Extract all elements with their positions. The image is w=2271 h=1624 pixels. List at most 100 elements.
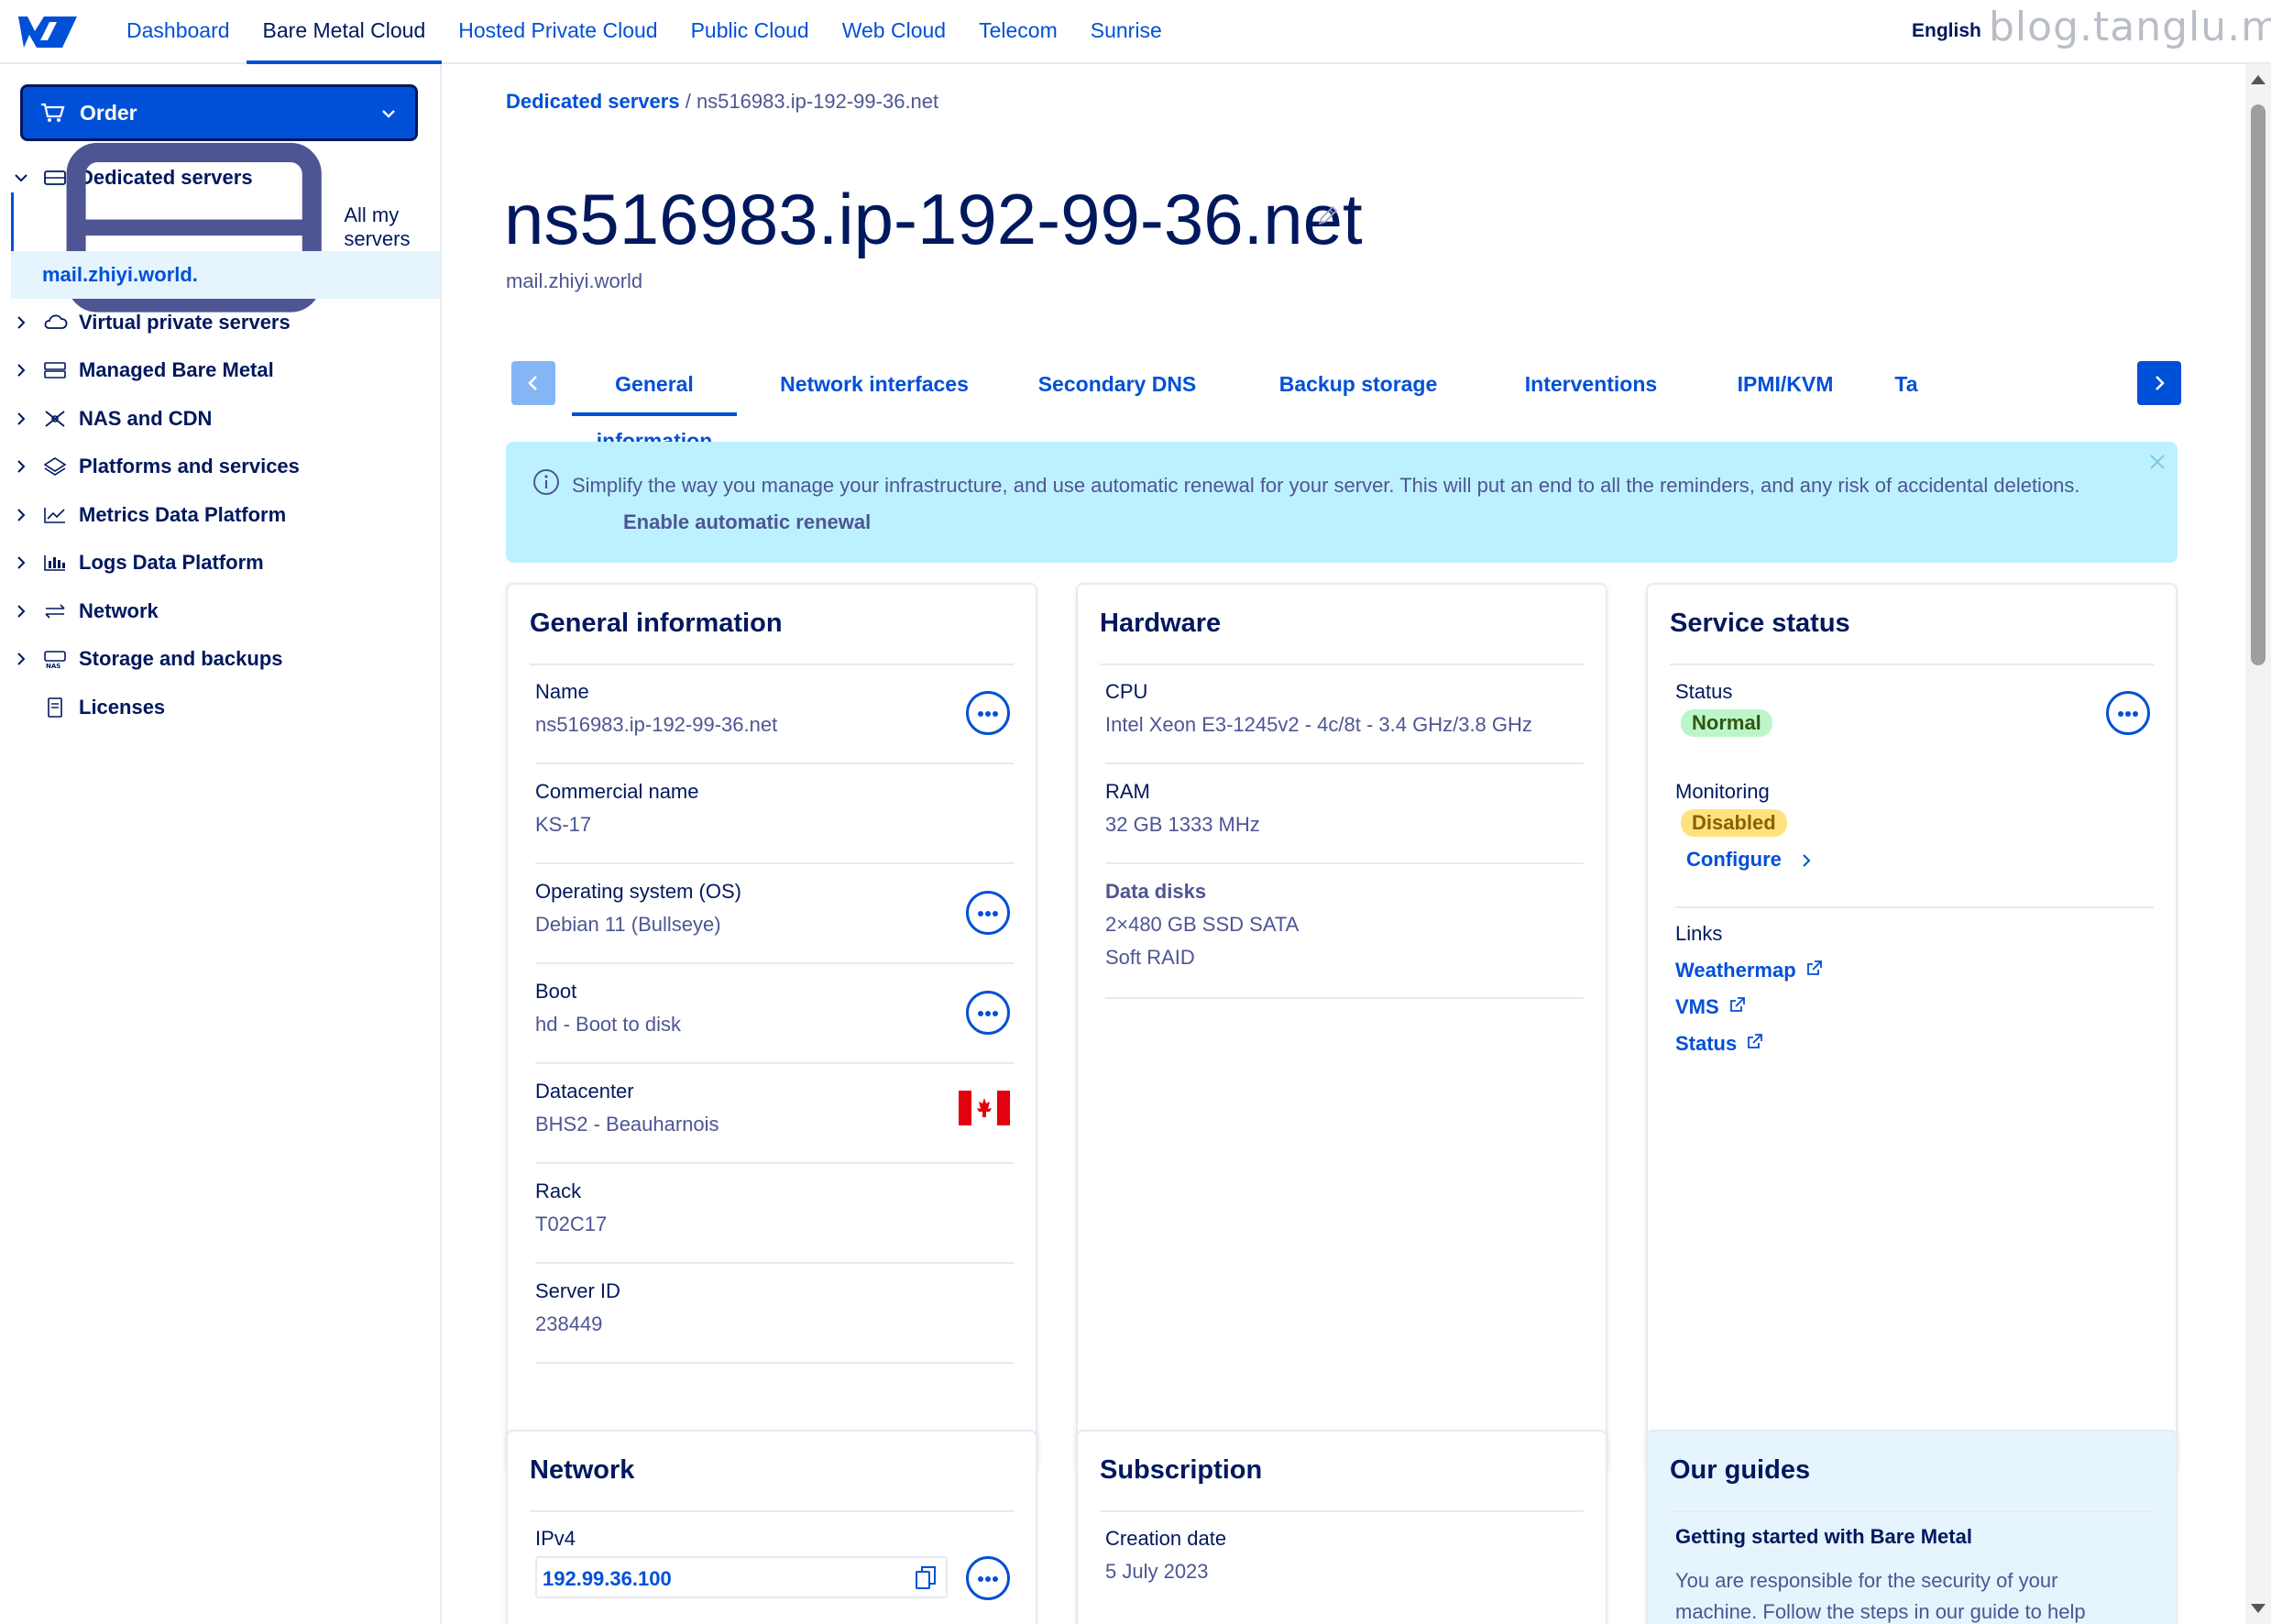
tab-scroll-next-button[interactable] <box>2137 361 2181 405</box>
sidebar-item-label: Licenses <box>79 696 166 719</box>
sidebar-item-licenses[interactable]: Licenses <box>0 684 440 731</box>
sidebar-item-logs-data-platform[interactable]: Logs Data Platform <box>0 539 440 587</box>
sidebar-item-storage-backups[interactable]: NAS Storage and backups <box>0 635 440 683</box>
nav-web-cloud[interactable]: Web Cloud <box>826 0 962 64</box>
tab-network-interfaces[interactable]: Network interfaces <box>762 356 986 416</box>
nav-public-cloud[interactable]: Public Cloud <box>675 0 826 64</box>
sidebar-item-label: Platforms and services <box>79 455 300 477</box>
guide-title[interactable]: Getting started with Bare Metal <box>1675 1525 1972 1549</box>
sidebar-item-label: Virtual private servers <box>79 311 291 334</box>
tab-truncated[interactable]: Ta <box>1879 356 1934 416</box>
tab-ipmi-kvm[interactable]: IPMI/KVM <box>1712 356 1859 416</box>
tab-general-information[interactable]: General information <box>572 356 737 453</box>
network-icon <box>45 604 65 619</box>
network-card: Network IPv4 192.99.36.100 <box>506 1430 1037 1624</box>
field-datacenter: Datacenter BHS2 - Beauharnois <box>535 1065 1014 1164</box>
configure-label: Configure <box>1686 848 1782 871</box>
sidebar-item-platforms-services[interactable]: Platforms and services <box>0 443 440 490</box>
logs-icon <box>44 555 65 571</box>
close-icon[interactable] <box>2146 451 2168 473</box>
nav-telecom[interactable]: Telecom <box>962 0 1074 64</box>
sidebar-item-label: Storage and backups <box>79 647 283 670</box>
divider <box>1670 1510 2154 1512</box>
more-actions-button[interactable] <box>966 891 1010 935</box>
more-actions-button[interactable] <box>966 1556 1010 1600</box>
nav-hosted-private-cloud[interactable]: Hosted Private Cloud <box>442 0 674 64</box>
card-title: Service status <box>1670 609 1850 638</box>
enable-auto-renewal-link[interactable]: Enable automatic renewal <box>623 510 871 533</box>
nav-bare-metal-cloud[interactable]: Bare Metal Cloud <box>246 0 443 64</box>
field-label: Server ID <box>535 1279 620 1302</box>
field-label: Datacenter <box>535 1080 634 1103</box>
field-label: Data disks <box>1105 880 1207 903</box>
main-content: Dedicated servers / ns516983.ip-192-99-3… <box>444 64 2240 1624</box>
breadcrumb: Dedicated servers / ns516983.ip-192-99-3… <box>506 90 938 114</box>
card-title: Network <box>530 1455 635 1485</box>
external-link-icon <box>1729 997 1745 1012</box>
breadcrumb-parent-link[interactable]: Dedicated servers <box>506 90 680 113</box>
link-label: Status <box>1675 1032 1738 1055</box>
link-label: VMS <box>1675 995 1719 1018</box>
sidebar-item-vps[interactable]: Virtual private servers <box>0 299 440 346</box>
ipv4-field[interactable]: 192.99.36.100 <box>535 1556 948 1598</box>
weathermap-link[interactable]: Weathermap <box>1675 959 1824 982</box>
field-value: KS-17 <box>535 813 592 836</box>
scroll-down-arrow[interactable] <box>2251 1604 2266 1613</box>
metrics-icon <box>44 508 65 523</box>
configure-link[interactable]: Configure <box>1686 848 1815 872</box>
field-label: Monitoring <box>1675 780 1770 803</box>
sidebar-subitem-all-my-servers[interactable]: All my servers <box>11 142 440 313</box>
tab-scroll-prev-button[interactable] <box>511 361 555 405</box>
info-icon <box>533 469 559 495</box>
watermark-text: blog.tanglu.me <box>1989 4 2271 50</box>
scroll-up-arrow[interactable] <box>2251 75 2266 84</box>
vms-link[interactable]: VMS <box>1675 995 1747 1019</box>
tab-bar: General information Network interfaces S… <box>504 356 2209 453</box>
sidebar-item-managed-bare-metal[interactable]: Managed Bare Metal <box>0 346 440 394</box>
scroll-thumb[interactable] <box>2251 104 2266 665</box>
external-link-icon <box>1806 960 1822 975</box>
chevron-right-icon <box>17 364 26 377</box>
sidebar-item-nas-cdn[interactable]: NAS and CDN <box>0 395 440 443</box>
sidebar-subitem-mail-zhiyi-world[interactable]: mail.zhiyi.world. <box>11 251 440 299</box>
chevron-right-icon <box>17 460 26 473</box>
managed-server-icon <box>44 362 66 379</box>
tab-backup-storage[interactable]: Backup storage <box>1250 356 1466 416</box>
sidebar-item-label: Managed Bare Metal <box>79 358 274 381</box>
field-ipv4: IPv4 192.99.36.100 <box>535 1512 1014 1611</box>
sidebar: Order Dedicated servers All my servers m… <box>0 64 442 1624</box>
field-label: Creation date <box>1105 1527 1227 1550</box>
field-value-secondary: Soft RAID <box>1105 946 1195 969</box>
sidebar-item-metrics-data-platform[interactable]: Metrics Data Platform <box>0 491 440 539</box>
ovh-logo[interactable] <box>16 13 79 51</box>
field-creation-date: Creation date 5 July 2023 <box>1105 1512 1584 1611</box>
status-badge: Normal <box>1681 709 1772 737</box>
tab-interventions[interactable]: Interventions <box>1499 356 1683 416</box>
pencil-icon[interactable] <box>1316 203 1340 227</box>
nav-sunrise[interactable]: Sunrise <box>1074 0 1179 64</box>
copy-icon[interactable] <box>915 1565 937 1591</box>
more-actions-button[interactable] <box>966 691 1010 735</box>
field-label: Name <box>535 680 589 703</box>
field-value: BHS2 - Beauharnois <box>535 1113 719 1136</box>
more-actions-button[interactable] <box>966 991 1010 1035</box>
nav-dashboard[interactable]: Dashboard <box>110 0 247 64</box>
banner-text: Simplify the way you manage your infrast… <box>572 474 2080 497</box>
chevron-right-icon <box>17 316 26 329</box>
card-title: Subscription <box>1100 1455 1263 1485</box>
tab-secondary-dns[interactable]: Secondary DNS <box>1017 356 1217 416</box>
field-label: Rack <box>535 1180 582 1202</box>
chevron-left-icon <box>528 376 537 390</box>
field-server-id: Server ID 238449 <box>535 1265 1014 1364</box>
page-scrollbar[interactable] <box>2245 64 2271 1624</box>
subscription-card: Subscription Creation date 5 July 2023 <box>1076 1430 1607 1624</box>
sidebar-item-network[interactable]: Network <box>0 587 440 635</box>
chevron-right-icon <box>1803 854 1811 867</box>
status-link[interactable]: Status <box>1675 1032 1764 1056</box>
field-label: RAM <box>1105 780 1150 803</box>
field-value: 2×480 GB SSD SATA <box>1105 913 1300 936</box>
field-value: T02C17 <box>535 1213 608 1235</box>
more-actions-button[interactable] <box>2106 691 2150 735</box>
language-selector[interactable]: English <box>1912 20 1981 42</box>
page-subtitle: mail.zhiyi.world <box>506 269 643 292</box>
